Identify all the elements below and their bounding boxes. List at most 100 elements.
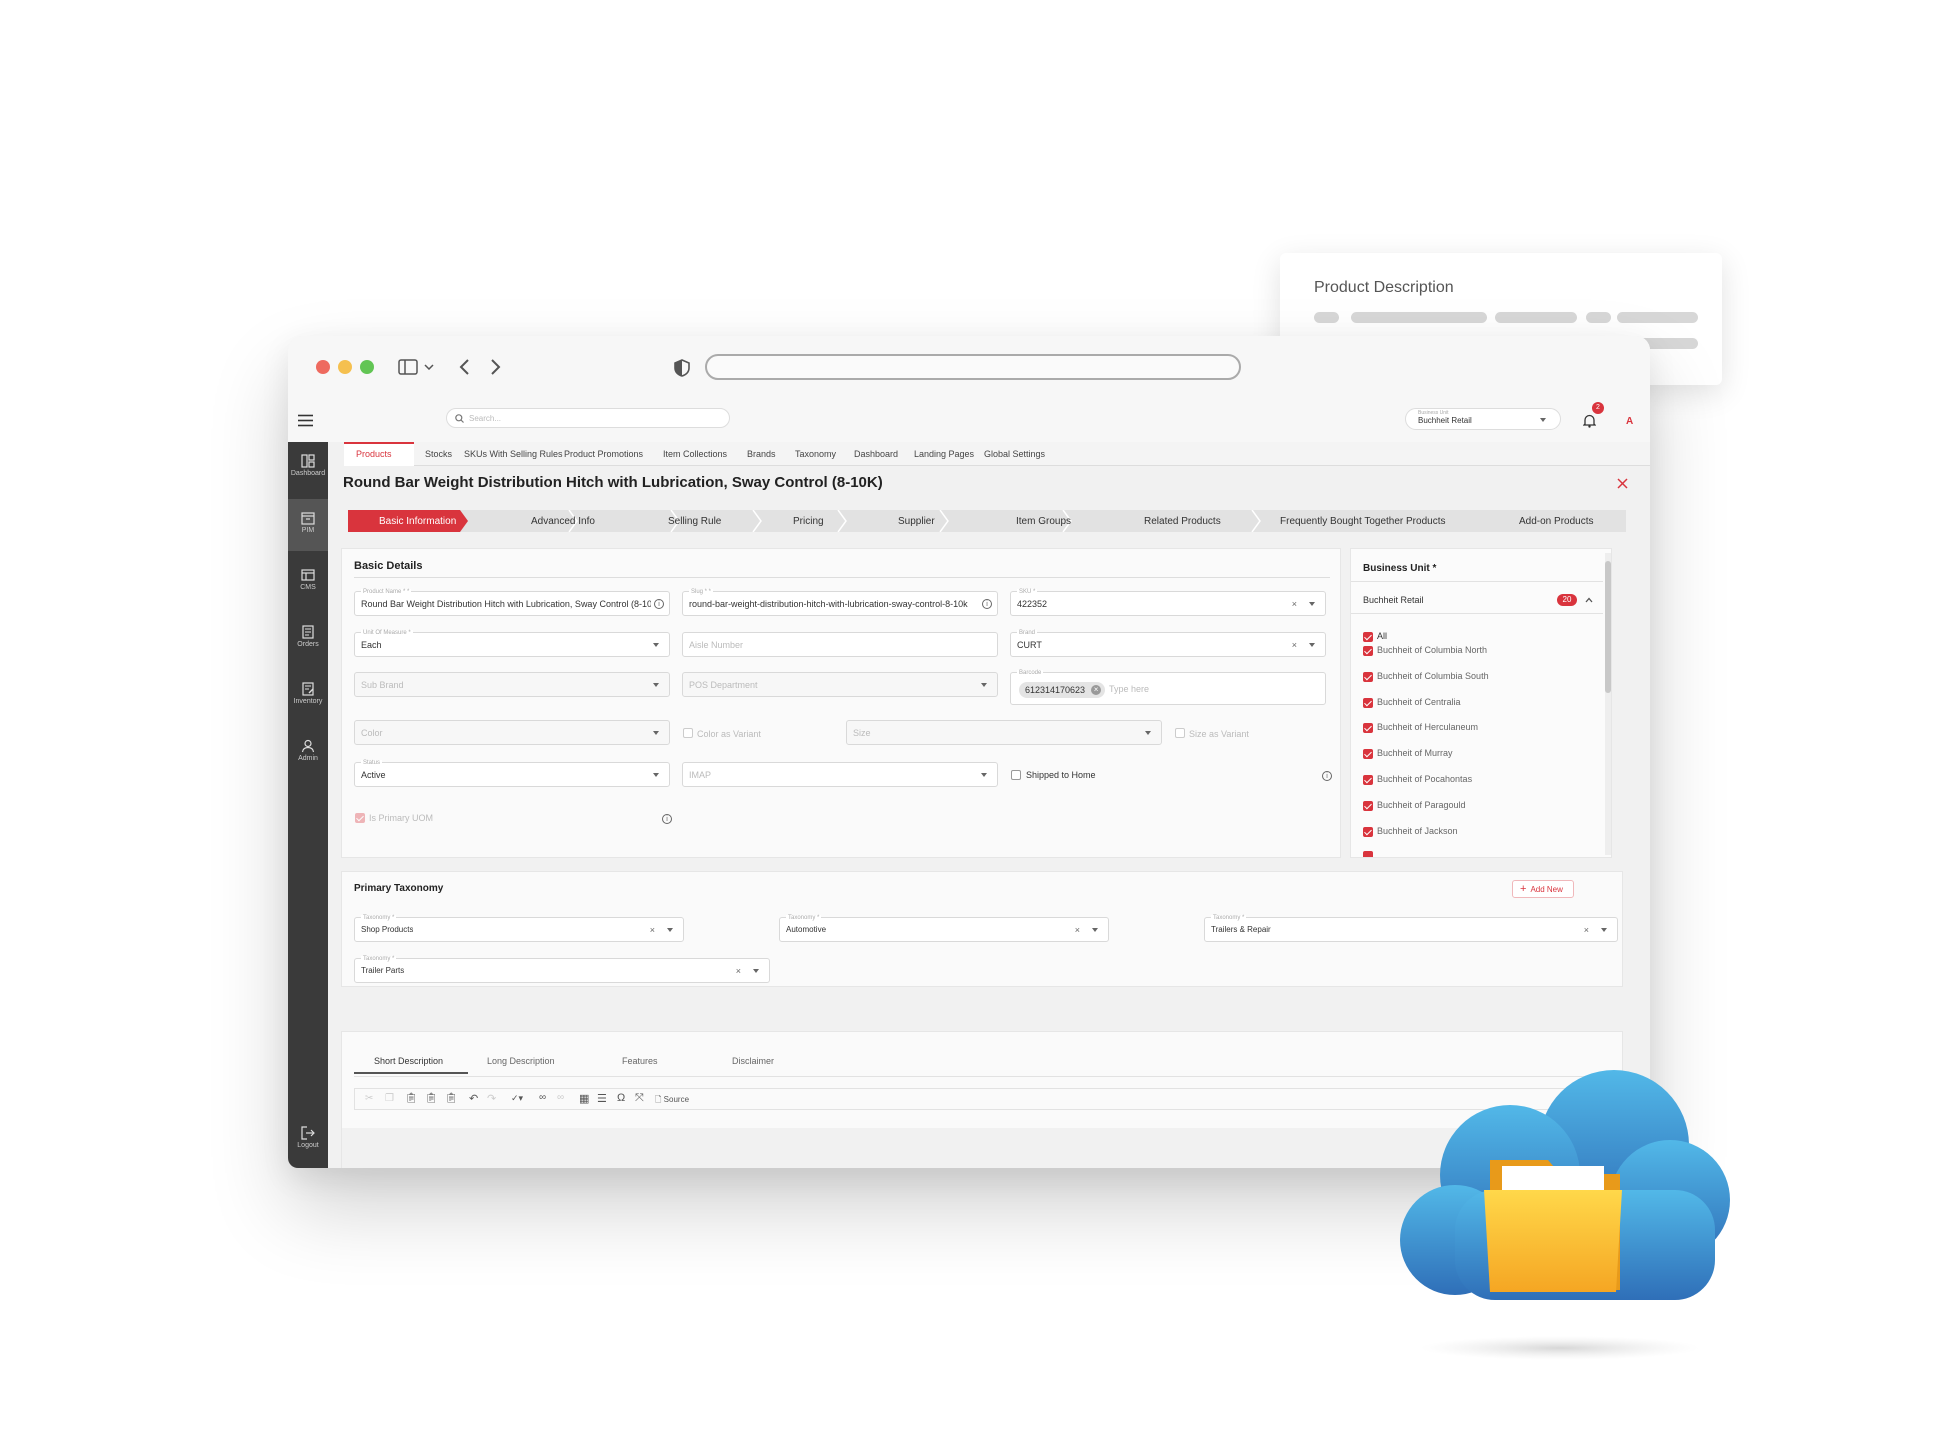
tab-dashboard[interactable]: Dashboard <box>854 449 898 459</box>
paste-word-icon[interactable]: 📋︎ <box>445 1093 458 1104</box>
status-select[interactable]: Status Active <box>354 760 670 787</box>
step-pricing[interactable]: Pricing <box>793 516 824 527</box>
tab-landing-pages[interactable]: Landing Pages <box>914 449 974 459</box>
hamburger-menu-icon[interactable] <box>298 414 313 427</box>
clear-icon[interactable]: × <box>650 925 655 935</box>
chevron-down-icon[interactable] <box>424 364 434 370</box>
avatar[interactable]: A <box>1626 416 1633 427</box>
chevron-down-icon[interactable] <box>1601 928 1607 932</box>
search-input[interactable]: Search... <box>446 408 730 428</box>
paste-icon[interactable]: 📋︎ <box>405 1093 418 1104</box>
step-related-products[interactable]: Related Products <box>1144 516 1221 527</box>
step-advanced-info[interactable]: Advanced Info <box>531 516 595 527</box>
pos-department-select[interactable]: POS Department <box>682 672 998 697</box>
sidebar-item-admin[interactable]: Admin <box>288 727 328 779</box>
taxonomy-select[interactable]: Taxonomy * Shop Products × <box>354 915 684 942</box>
special-character-icon[interactable]: Ω <box>617 1092 625 1104</box>
copy-icon[interactable]: ❐ <box>385 1093 394 1104</box>
color-as-variant-checkbox[interactable] <box>683 728 693 738</box>
step-add-on-products[interactable]: Add-on Products <box>1519 516 1594 527</box>
tab-long-description[interactable]: Long Description <box>487 1056 555 1066</box>
info-icon[interactable]: i <box>662 814 672 824</box>
clear-icon[interactable]: × <box>736 966 741 976</box>
checkbox[interactable] <box>1363 775 1373 785</box>
back-icon[interactable] <box>458 358 470 376</box>
checkbox[interactable] <box>1363 646 1373 656</box>
paste-text-icon[interactable]: 📋︎ <box>425 1093 438 1104</box>
tab-products[interactable]: Products <box>356 449 392 459</box>
shipped-to-home-checkbox[interactable] <box>1011 770 1021 780</box>
tab-taxonomy[interactable]: Taxonomy <box>795 449 836 459</box>
tab-short-description[interactable]: Short Description <box>374 1056 443 1066</box>
table-icon[interactable]: ▦ <box>579 1092 589 1105</box>
imap-select[interactable]: IMAP <box>682 762 998 787</box>
cut-icon[interactable]: ✂ <box>365 1093 373 1104</box>
tab-skus-with-selling-rules[interactable]: SKUs With Selling Rules <box>464 449 563 459</box>
step-selling-rule[interactable]: Selling Rule <box>668 516 721 527</box>
clear-icon[interactable]: × <box>1075 925 1080 935</box>
info-icon[interactable]: i <box>1322 771 1332 781</box>
clear-icon[interactable]: × <box>1292 640 1297 650</box>
sidebar-item-logout[interactable]: Logout <box>288 1114 328 1166</box>
close-window-button[interactable] <box>316 360 330 374</box>
checkbox[interactable] <box>1363 749 1373 759</box>
checkbox[interactable] <box>1363 632 1373 642</box>
slug-field[interactable]: Slug * * round-bar-weight-distribution-h… <box>682 589 998 616</box>
unlink-icon[interactable]: ∞ <box>557 1092 564 1103</box>
sidebar-item-pim[interactable]: PIM <box>288 499 328 551</box>
product-name-field[interactable]: Product Name * * Round Bar Weight Distri… <box>354 589 670 616</box>
sidebar-item-orders[interactable]: Orders <box>288 613 328 665</box>
link-icon[interactable]: ∞ <box>539 1092 546 1103</box>
checkbox[interactable] <box>1363 827 1373 837</box>
tab-item-collections[interactable]: Item Collections <box>663 449 727 459</box>
maximize-window-button[interactable] <box>360 360 374 374</box>
tab-features[interactable]: Features <box>622 1056 658 1066</box>
taxonomy-select[interactable]: Taxonomy * Trailer Parts × <box>354 956 770 983</box>
chevron-down-icon[interactable] <box>1309 602 1315 606</box>
chevron-down-icon[interactable] <box>753 969 759 973</box>
scrollbar[interactable] <box>1605 553 1611 855</box>
tab-disclaimer[interactable]: Disclaimer <box>732 1056 774 1066</box>
tab-brands[interactable]: Brands <box>747 449 776 459</box>
redo-icon[interactable]: ↷ <box>487 1092 496 1105</box>
tab-global-settings[interactable]: Global Settings <box>984 449 1045 459</box>
taxonomy-select[interactable]: Taxonomy * Automotive × <box>779 915 1109 942</box>
add-new-button[interactable]: + Add New <box>1512 880 1574 898</box>
spellcheck-icon[interactable]: ✓▾ <box>511 1093 523 1104</box>
chevron-down-icon[interactable] <box>1309 643 1315 647</box>
is-primary-uom-checkbox[interactable] <box>355 813 365 823</box>
step-item-groups[interactable]: Item Groups <box>1016 516 1071 527</box>
step-basic-information[interactable]: Basic Information <box>379 516 456 527</box>
unit-of-measure-select[interactable]: Unit Of Measure * Each <box>354 630 670 657</box>
checkbox[interactable] <box>1363 723 1373 733</box>
sidebar-item-inventory[interactable]: Inventory <box>288 670 328 722</box>
bell-icon[interactable] <box>1583 414 1596 428</box>
business-unit-group[interactable]: Buchheit Retail <box>1363 595 1424 605</box>
step-supplier[interactable]: Supplier <box>898 516 935 527</box>
sub-brand-select[interactable]: Sub Brand <box>354 672 670 697</box>
brand-select[interactable]: Brand CURT × <box>1010 630 1326 657</box>
taxonomy-select[interactable]: Taxonomy * Trailers & Repair × <box>1204 915 1618 942</box>
tab-product-promotions[interactable]: Product Promotions <box>564 449 643 459</box>
clear-icon[interactable]: × <box>1292 599 1297 609</box>
minimize-window-button[interactable] <box>338 360 352 374</box>
chevron-down-icon[interactable] <box>1092 928 1098 932</box>
clear-icon[interactable]: × <box>1584 925 1589 935</box>
address-bar[interactable] <box>705 354 1241 380</box>
undo-icon[interactable]: ↶ <box>469 1092 478 1105</box>
sku-field[interactable]: SKU * 422352 × <box>1010 589 1326 616</box>
close-icon[interactable] <box>1617 478 1628 489</box>
barcode-input[interactable]: Barcode 612314170623 × Type here <box>1010 670 1326 705</box>
checkbox[interactable] <box>1363 801 1373 811</box>
tab-stocks[interactable]: Stocks <box>425 449 452 459</box>
maximize-icon[interactable]: ⤧ <box>635 1092 644 1105</box>
aisle-number-input[interactable]: Aisle Number <box>682 632 998 657</box>
horizontal-line-icon[interactable]: ☰ <box>597 1092 607 1105</box>
checkbox[interactable] <box>1363 672 1373 682</box>
checkbox[interactable] <box>1363 698 1373 708</box>
color-select[interactable]: Color <box>354 720 670 745</box>
forward-icon[interactable] <box>490 358 502 376</box>
remove-chip-icon[interactable]: × <box>1091 685 1102 695</box>
size-as-variant-checkbox[interactable] <box>1175 728 1185 738</box>
chevron-up-icon[interactable] <box>1585 597 1593 603</box>
